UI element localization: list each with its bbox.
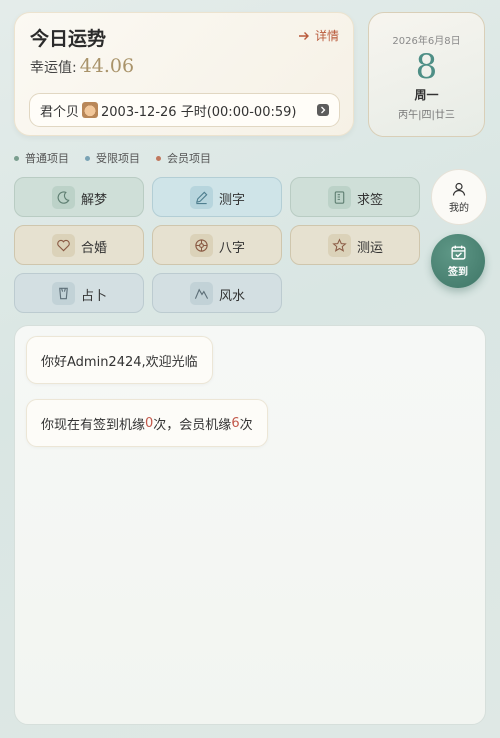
date-full: 2026年6月8日 bbox=[392, 36, 461, 47]
sign-in-button[interactable]: 签到 bbox=[431, 234, 485, 288]
date-lunar: 丙午|四|廿三 bbox=[398, 110, 455, 121]
detail-link[interactable]: 详情 bbox=[298, 27, 339, 44]
calendar-check-icon bbox=[450, 245, 466, 260]
legend-dot bbox=[85, 155, 90, 161]
detail-label: 详情 bbox=[314, 29, 339, 43]
legend-member: 会员项目 bbox=[156, 150, 211, 166]
star-icon bbox=[328, 234, 351, 257]
greeting-text: 你好Admin2424,欢迎光临 bbox=[41, 354, 198, 370]
sign-in-label: 签到 bbox=[448, 267, 468, 278]
avatar-icon bbox=[82, 102, 99, 118]
lot-icon bbox=[328, 186, 351, 209]
date-day: 8 bbox=[415, 47, 438, 87]
tile-marriage[interactable]: 合婚 bbox=[14, 225, 144, 265]
tile-character[interactable]: 测字 bbox=[152, 177, 282, 217]
user-icon bbox=[452, 182, 466, 196]
profile-name: 君个贝 bbox=[40, 104, 80, 120]
heart-icon bbox=[52, 234, 75, 257]
date-card: 2026年6月8日 8 周一 丙午|四|廿三 bbox=[368, 12, 485, 137]
tile-label: 解梦 bbox=[81, 193, 108, 208]
cup-icon bbox=[52, 282, 75, 305]
tile-label: 测字 bbox=[219, 193, 246, 208]
luck-label: 幸运值: bbox=[30, 60, 77, 76]
legend-dot bbox=[14, 155, 19, 161]
luck-row: 幸运值: 44.06 bbox=[30, 55, 134, 77]
sign-mid: 次，会员机缘 bbox=[153, 417, 232, 433]
tile-label: 风水 bbox=[219, 289, 246, 304]
sign-suffix: 次 bbox=[239, 417, 253, 433]
tile-label: 测运 bbox=[357, 241, 384, 256]
legend-label: 会员项目 bbox=[167, 152, 211, 165]
mine-button[interactable]: 我的 bbox=[431, 169, 487, 225]
sign-count: 0 bbox=[145, 415, 154, 431]
mine-label: 我的 bbox=[449, 202, 469, 214]
moon-icon bbox=[52, 186, 75, 209]
sign-prefix: 你现在有签到机缘 bbox=[41, 417, 146, 433]
profile-birth-info: 2003-12-26 子时(00:00-00:59) bbox=[101, 104, 297, 120]
arrow-right-icon bbox=[298, 31, 309, 40]
tile-divination[interactable]: 占卜 bbox=[14, 273, 144, 313]
fortune-title: 今日运势 bbox=[30, 28, 107, 50]
pen-icon bbox=[190, 186, 213, 209]
member-count: 6 bbox=[231, 415, 240, 431]
legend: 普通项目 受限项目 会员项目 bbox=[14, 150, 211, 166]
legend-normal: 普通项目 bbox=[14, 150, 69, 166]
date-weekday: 周一 bbox=[414, 88, 439, 102]
luck-value: 44.06 bbox=[79, 55, 135, 77]
chat-message-greeting: 你好Admin2424,欢迎光临 bbox=[26, 336, 213, 384]
tile-label: 占卜 bbox=[81, 289, 108, 304]
legend-restricted: 受限项目 bbox=[85, 150, 140, 166]
tile-label: 合婚 bbox=[81, 241, 108, 256]
tile-dream[interactable]: 解梦 bbox=[14, 177, 144, 217]
chat-message-sign-info: 你现在有签到机缘 0 次，会员机缘 6 次 bbox=[26, 399, 268, 447]
legend-label: 受限项目 bbox=[96, 152, 140, 165]
tile-label: 求签 bbox=[357, 193, 384, 208]
chevron-right-icon bbox=[317, 104, 329, 116]
tile-luck[interactable]: 测运 bbox=[290, 225, 420, 265]
mountain-icon bbox=[190, 282, 213, 305]
fortune-card: 今日运势 详情 幸运值: 44.06 君个贝 2003-12-26 子时(00:… bbox=[14, 12, 354, 136]
tile-fengshui[interactable]: 风水 bbox=[152, 273, 282, 313]
profile-selector[interactable]: 君个贝 2003-12-26 子时(00:00-00:59) bbox=[29, 93, 340, 127]
tile-lot[interactable]: 求签 bbox=[290, 177, 420, 217]
tile-bazi[interactable]: 八字 bbox=[152, 225, 282, 265]
tile-label: 八字 bbox=[219, 241, 246, 256]
legend-dot bbox=[156, 155, 161, 161]
compass-icon bbox=[190, 234, 213, 257]
chat-panel: 你好Admin2424,欢迎光临 你现在有签到机缘 0 次，会员机缘 6 次 bbox=[14, 325, 486, 725]
legend-label: 普通项目 bbox=[25, 152, 69, 165]
